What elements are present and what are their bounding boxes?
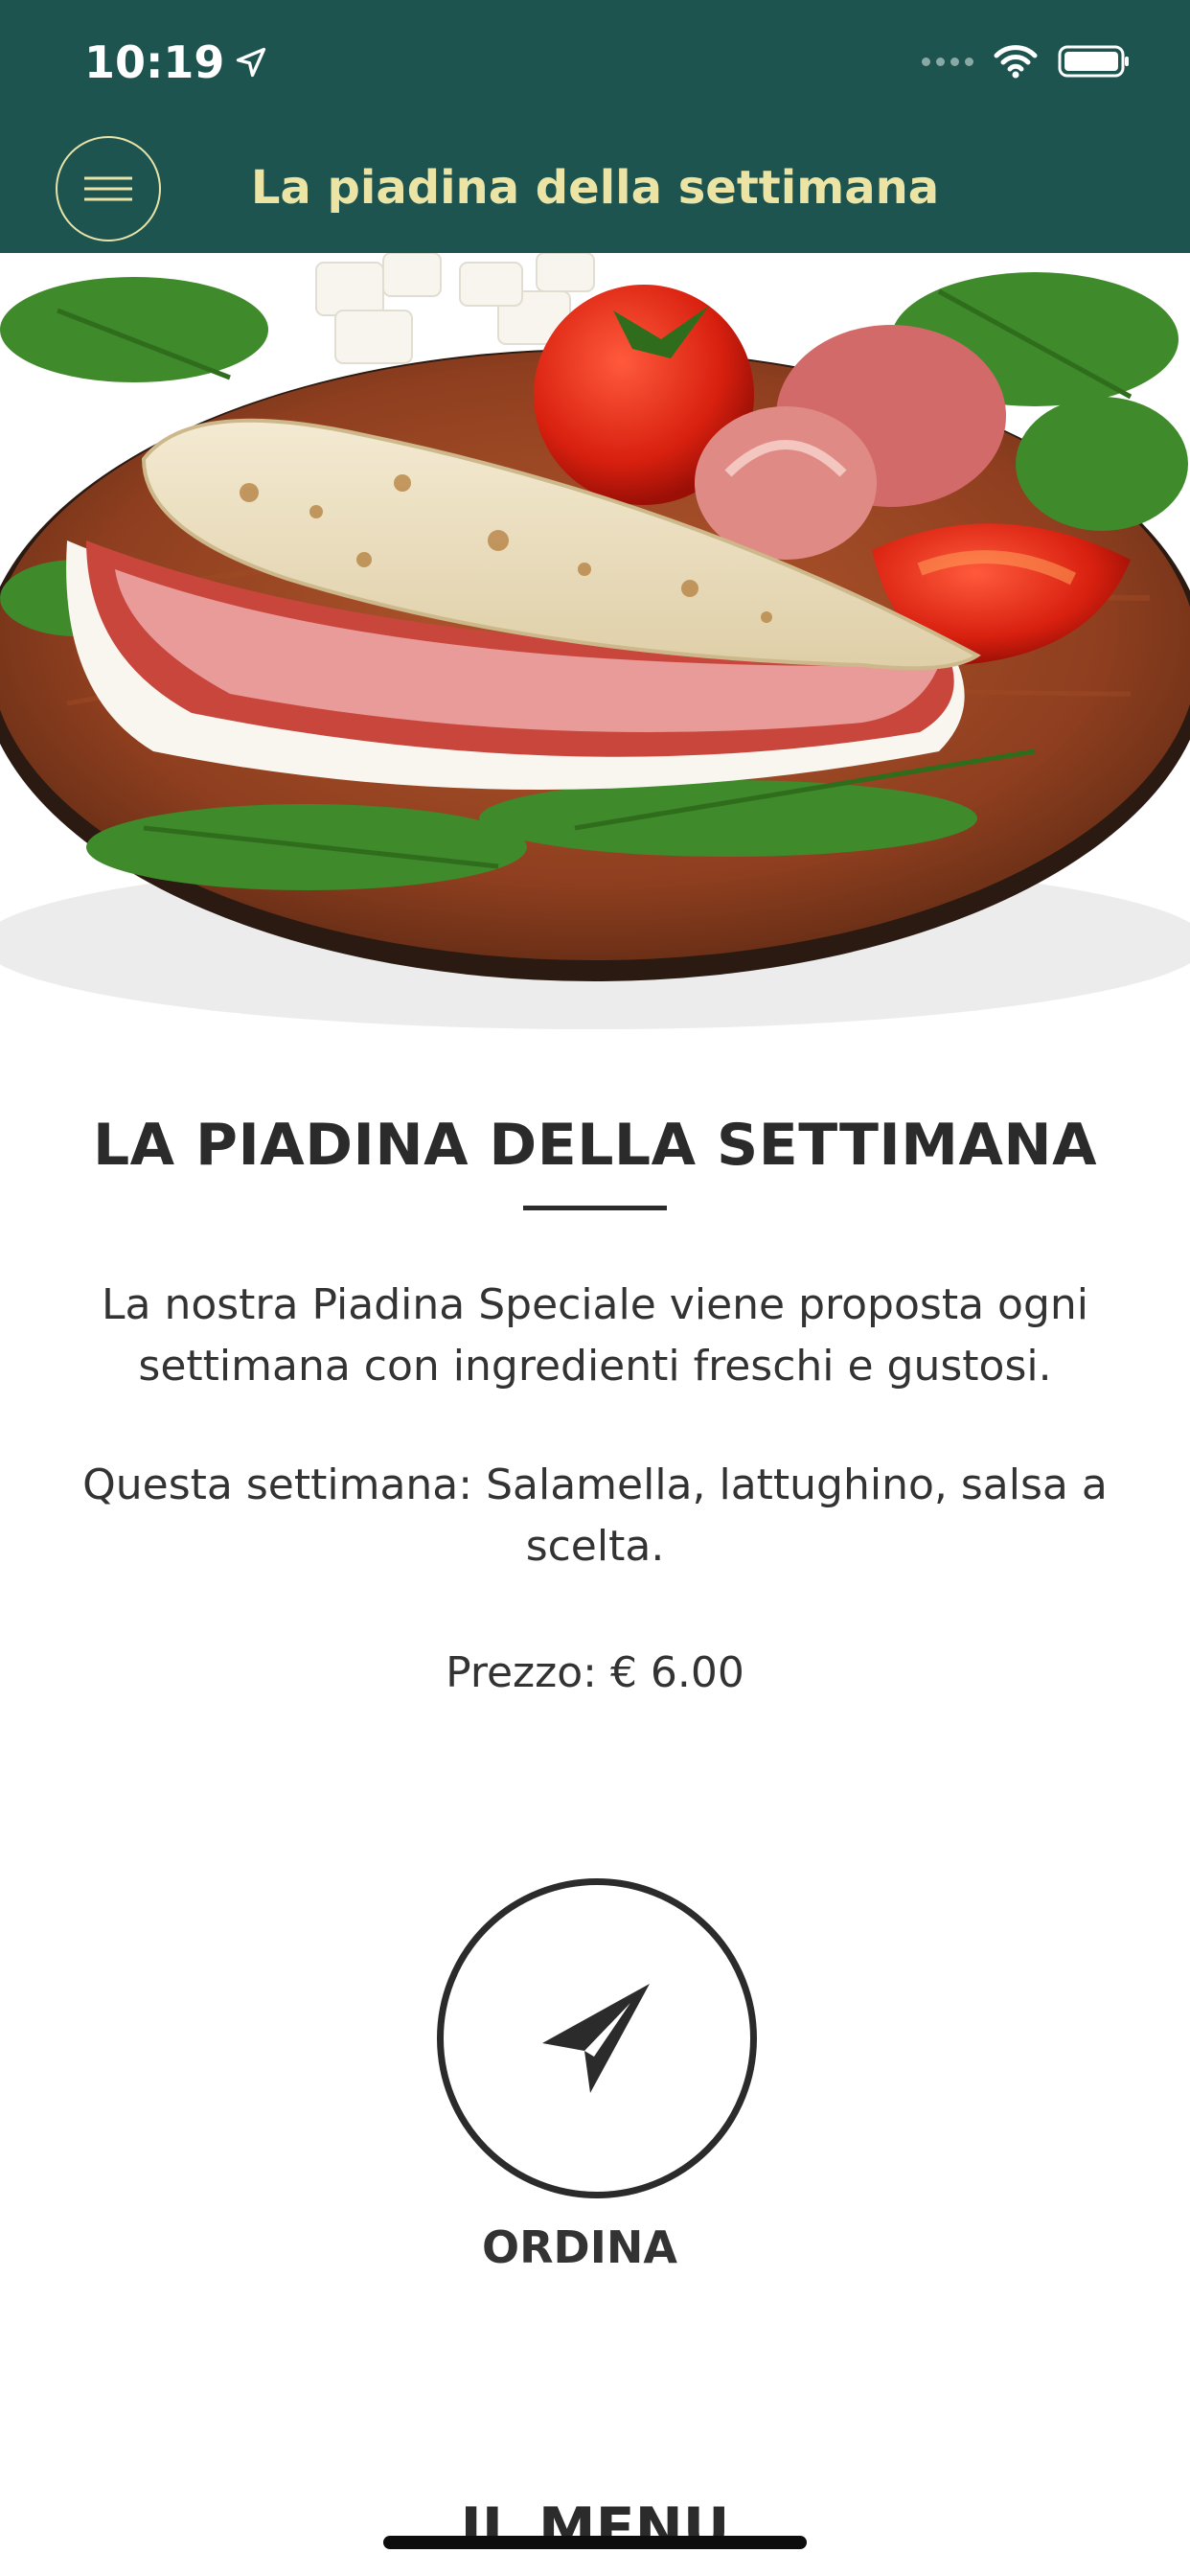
price-text: Prezzo: € 6.00	[446, 1648, 744, 1697]
order-button[interactable]	[437, 1878, 757, 2198]
description-text: La nostra Piadina Speciale viene propost…	[101, 1280, 1088, 1391]
section-title: LA PIADINA DELLA SETTIMANA	[92, 1112, 1098, 1179]
status-time: 10:19	[84, 36, 268, 88]
status-time-text: 10:19	[84, 36, 225, 88]
home-indicator[interactable]	[383, 2536, 807, 2549]
weekly-ingredients-text: Questa settimana: Salamella, lattughino,…	[82, 1460, 1108, 1571]
paper-plane-icon	[542, 1984, 650, 2093]
status-icons	[922, 44, 1131, 79]
order-label[interactable]: ORDINA	[0, 2221, 1159, 2273]
menu-section-title: IL MENU	[460, 2496, 730, 2563]
piadina-illustration	[0, 253, 1190, 1029]
signal-icon	[922, 57, 973, 66]
battery-icon	[1058, 45, 1129, 78]
piadina-dish-image	[0, 253, 1190, 1039]
app-header: 10:19 La piadina della settimana	[0, 0, 1190, 253]
page-title: La piadina della settimana	[250, 161, 940, 215]
wifi-icon	[994, 45, 1038, 79]
location-arrow-icon	[237, 47, 266, 78]
title-divider	[523, 1206, 667, 1210]
